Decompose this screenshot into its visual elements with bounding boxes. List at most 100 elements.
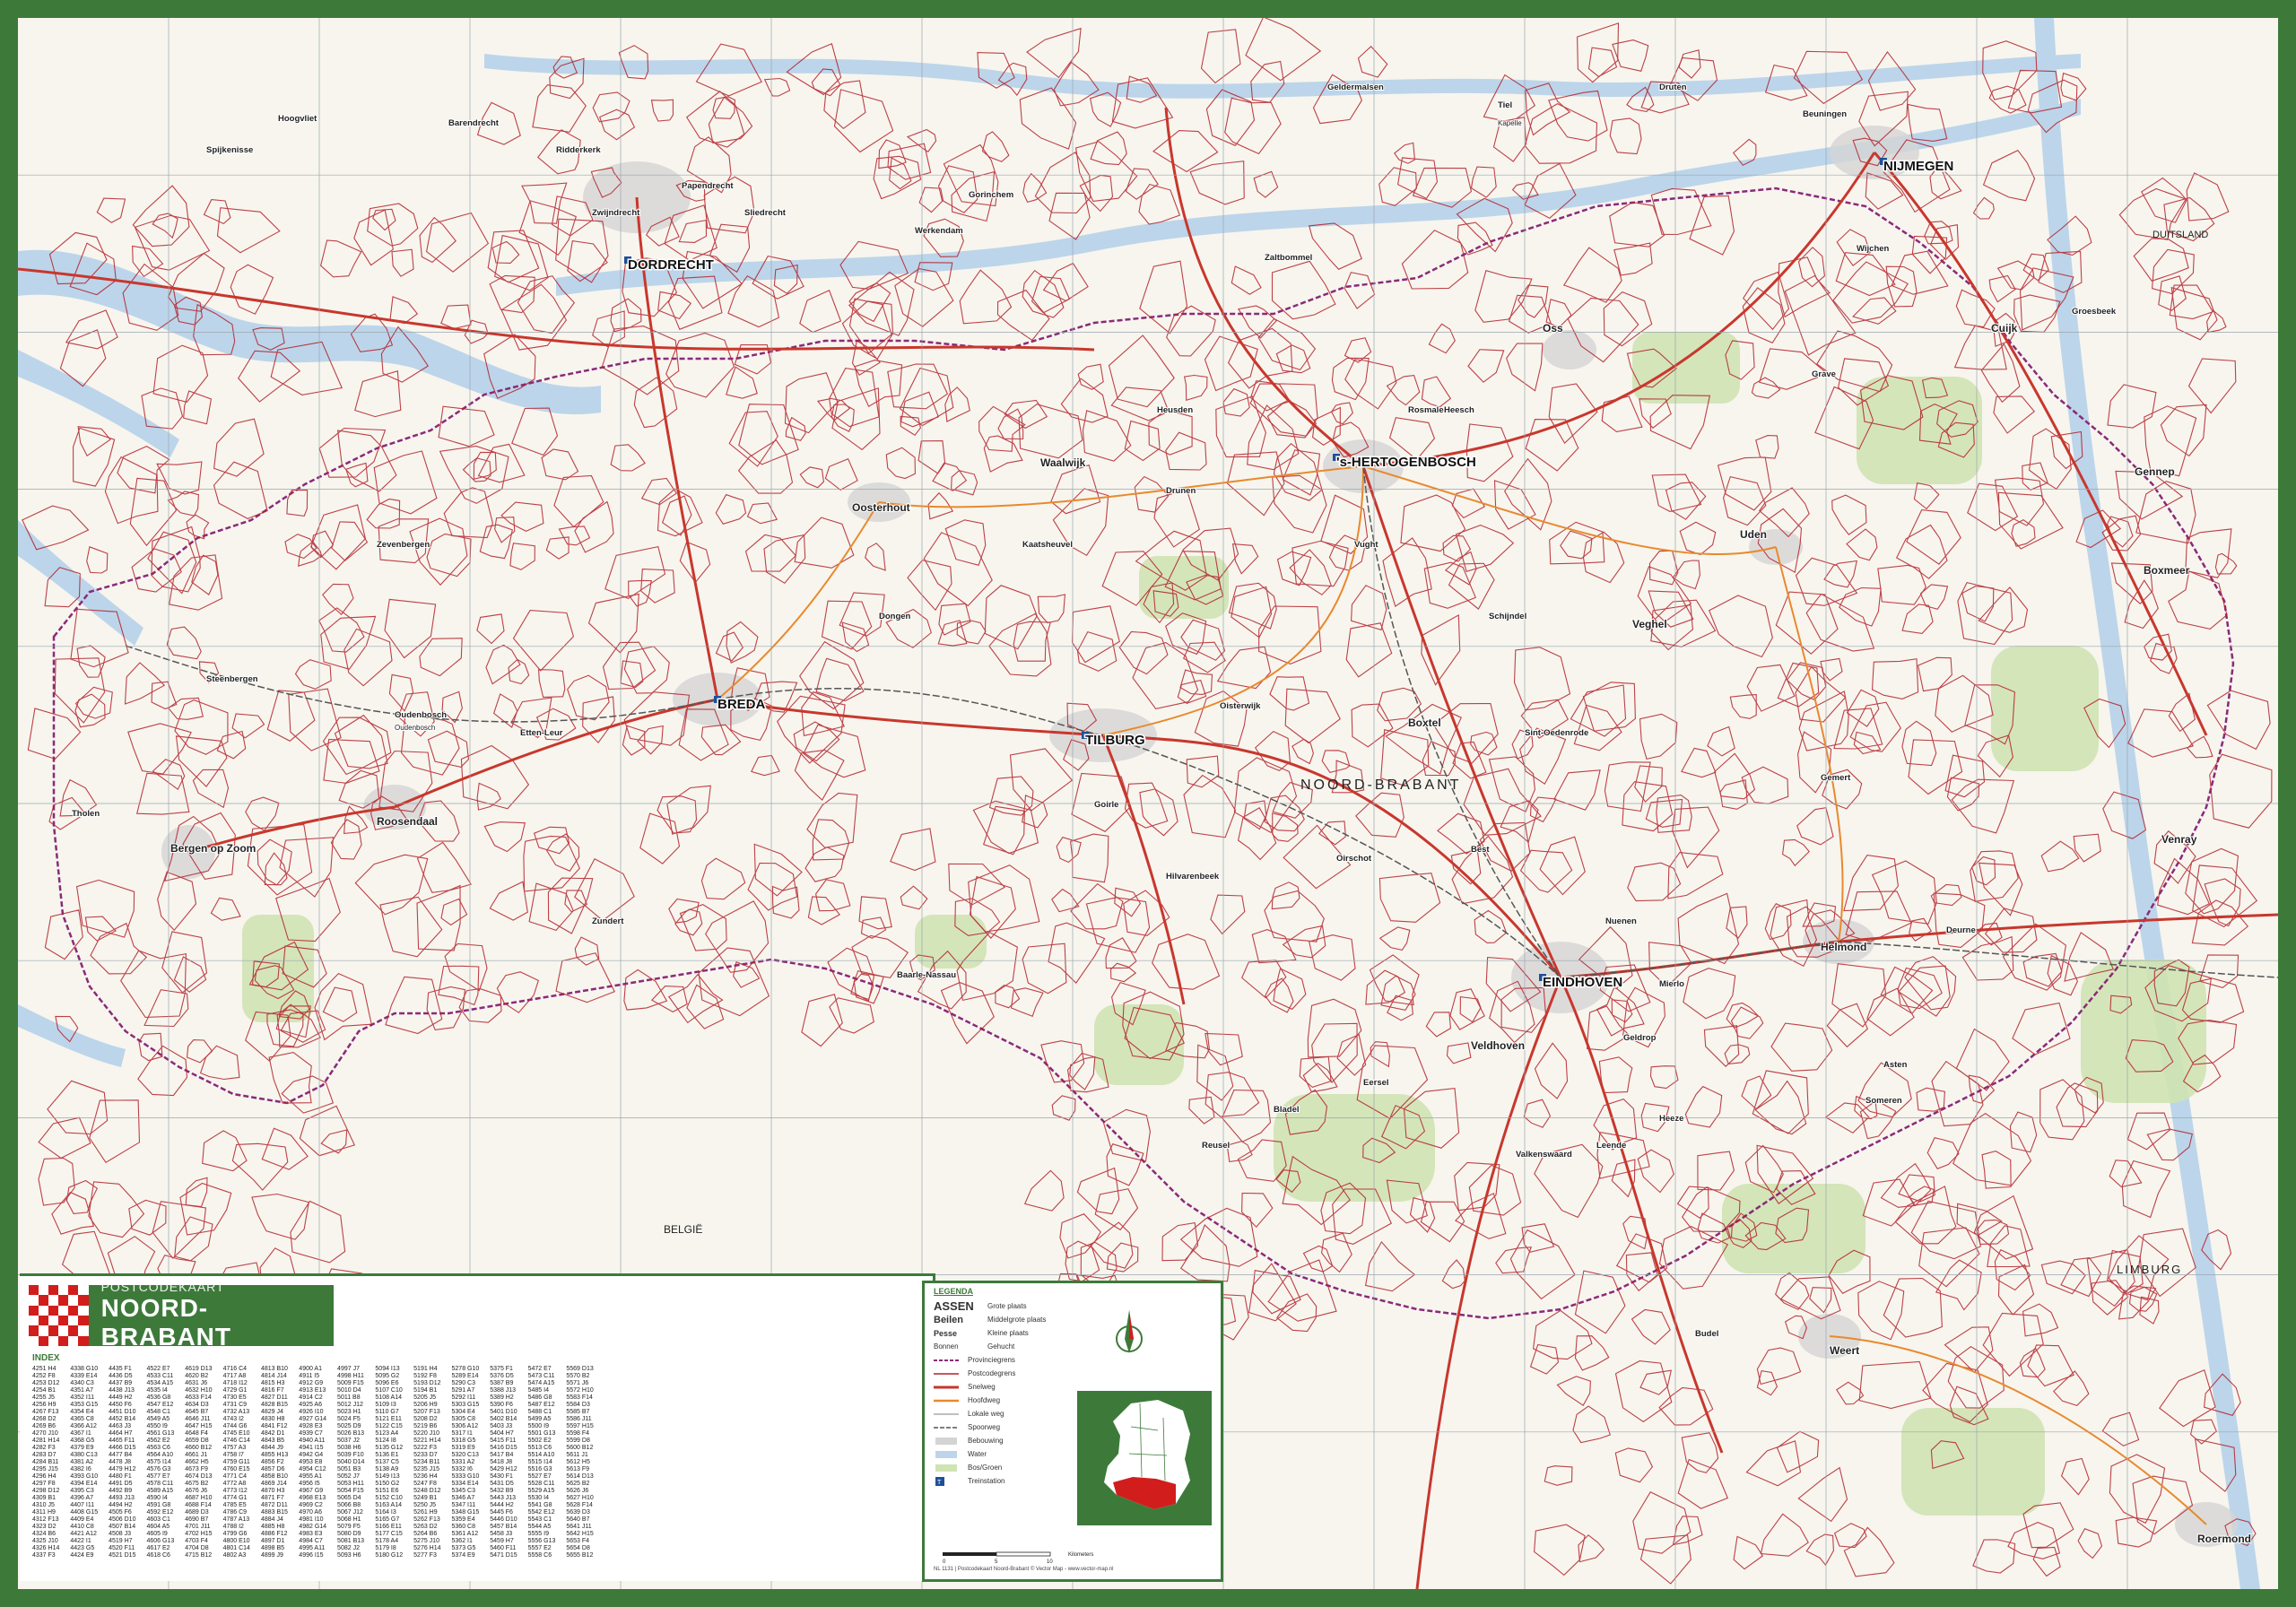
- index-row: 4423 G5: [70, 1545, 95, 1551]
- index-row: 4407 I11: [70, 1502, 95, 1508]
- flag-cell: [68, 1285, 79, 1296]
- index-row: 4337 F3: [32, 1552, 56, 1559]
- legend-row: T Treinstation: [934, 1474, 1086, 1488]
- index-row: 4802 A3: [222, 1552, 247, 1559]
- index-row: 5011 B8: [337, 1394, 361, 1401]
- index-row: 4282 F3: [32, 1445, 56, 1451]
- index-row: 4395 C3: [70, 1488, 94, 1494]
- flag-cell: [68, 1305, 79, 1316]
- index-row: 4631 J6: [185, 1380, 208, 1386]
- index-row: 5012 J12: [337, 1402, 363, 1408]
- flag-cell: [29, 1285, 39, 1296]
- index-row: 5221 H14: [413, 1438, 441, 1444]
- index-row: 4576 G3: [146, 1466, 171, 1472]
- index-row: 5276 H14: [413, 1545, 441, 1551]
- index-row: 5194 B1: [413, 1387, 438, 1394]
- index-row: 5080 D9: [337, 1531, 361, 1537]
- city-label: Boxmeer: [2144, 564, 2190, 577]
- index-row: 4981 I10: [299, 1516, 324, 1523]
- index-row: 4256 H9: [32, 1402, 57, 1408]
- index-row: 5543 C1: [527, 1516, 552, 1523]
- index-row: 5639 D3: [566, 1509, 590, 1516]
- index-row: 4297 F8: [32, 1481, 56, 1487]
- index-row: 4983 E3: [299, 1531, 323, 1537]
- index-row: 5557 E2: [527, 1545, 552, 1551]
- brabant-flag-icon: [29, 1285, 89, 1346]
- index-row: 5558 C6: [527, 1552, 552, 1559]
- city-label: Uden: [1740, 528, 1767, 541]
- index-row: 4899 J9: [260, 1552, 283, 1559]
- index-row: 5586 J11: [566, 1416, 592, 1422]
- city-label: Someren: [1866, 1096, 1902, 1106]
- index-row: 5346 A7: [451, 1495, 475, 1501]
- flag-cell: [39, 1335, 49, 1346]
- index-row: 4674 D13: [185, 1473, 213, 1480]
- legend-label: Middelgrote plaats: [987, 1316, 1047, 1324]
- index-column: 5094 I13 5095 G2 5096 E6 5107 C10 5108 A14 51…: [375, 1366, 403, 1577]
- index-row: 4450 F6: [109, 1402, 132, 1408]
- legend-row: Postcodegrens: [934, 1367, 1086, 1380]
- index-row: 4785 E5: [222, 1502, 247, 1508]
- index-row: 5345 C3: [451, 1488, 475, 1494]
- index-row: 4690 B7: [185, 1516, 209, 1523]
- index-row: 5361 A12: [451, 1531, 479, 1537]
- index-row: 5152 C10: [375, 1495, 403, 1501]
- index-row: 5192 F8: [413, 1373, 437, 1379]
- index-row: 5613 F9: [566, 1466, 590, 1472]
- index-row: 5459 H7: [490, 1538, 514, 1544]
- index-row: 5556 G13: [527, 1538, 556, 1544]
- index-row: 4634 D3: [185, 1402, 209, 1408]
- index-row: 5249 B1: [413, 1495, 438, 1501]
- flag-cell: [68, 1335, 79, 1346]
- city-label: Barendrecht: [448, 118, 500, 128]
- index-row: 4967 G9: [299, 1488, 324, 1494]
- index-row: 5110 G7: [375, 1409, 399, 1415]
- index-row: 4464 H7: [109, 1430, 133, 1437]
- index-row: 5611 J1: [566, 1452, 588, 1458]
- index-row: 4844 J9: [260, 1445, 283, 1451]
- index-row: 4548 C1: [146, 1409, 170, 1415]
- index-row: 5541 G8: [527, 1502, 552, 1508]
- index-row: 4547 E12: [146, 1402, 174, 1408]
- index-row: 4970 A6: [299, 1509, 322, 1516]
- index-row: 4855 H13: [260, 1452, 289, 1458]
- index-row: 4675 B2: [185, 1481, 209, 1487]
- city-label: Gennep: [2135, 465, 2175, 478]
- city-label: Zevenbergen: [377, 540, 430, 550]
- index-row: 4323 D2: [32, 1524, 57, 1530]
- index-row: 4281 H14: [32, 1438, 60, 1444]
- index-row: 5165 G7: [375, 1516, 400, 1523]
- index-label: INDEX: [32, 1353, 60, 1363]
- index-row: 5094 I13: [375, 1366, 400, 1372]
- flag-cell: [68, 1295, 79, 1306]
- province-label: NOORD-BRABANT: [1300, 777, 1461, 793]
- index-row: 5403 J3: [490, 1423, 513, 1429]
- index-row: 4773 I12: [222, 1488, 248, 1494]
- index-row: 5612 H5: [566, 1459, 590, 1465]
- city-label: Veghel: [1632, 618, 1667, 630]
- city-label: Heesch: [1444, 405, 1474, 415]
- index-row: 5376 D5: [490, 1373, 514, 1379]
- index-row: 4449 H2: [109, 1394, 133, 1401]
- legend-row: Provinciegrens: [934, 1353, 1086, 1367]
- index-row: 4311 H9: [32, 1509, 56, 1516]
- index-row: 5124 I8: [375, 1438, 396, 1444]
- index-row: 5010 D4: [337, 1387, 361, 1394]
- index-row: 4827 D11: [260, 1394, 288, 1401]
- index-row: 5261 H9: [413, 1509, 438, 1516]
- belgium-label: BELGIË: [664, 1223, 702, 1236]
- flag-cell: [78, 1295, 89, 1306]
- index-row: 5332 I6: [451, 1466, 473, 1472]
- index-row: 5149 I13: [375, 1473, 400, 1480]
- index-row: 4774 G1: [222, 1495, 248, 1501]
- index-row: 5320 C13: [451, 1452, 479, 1458]
- index-row: 5264 B6: [413, 1531, 438, 1537]
- index-row: 4731 C9: [222, 1402, 248, 1408]
- index-row: 5066 B8: [337, 1502, 361, 1508]
- city-label: Zwijndrecht: [592, 208, 640, 218]
- index-row: 4396 A7: [70, 1495, 94, 1501]
- index-row: 4660 B12: [185, 1445, 213, 1451]
- index-row: 5599 D8: [566, 1438, 590, 1444]
- index-row: 5039 F10: [337, 1452, 364, 1458]
- city-label: Reusel: [1202, 1141, 1230, 1151]
